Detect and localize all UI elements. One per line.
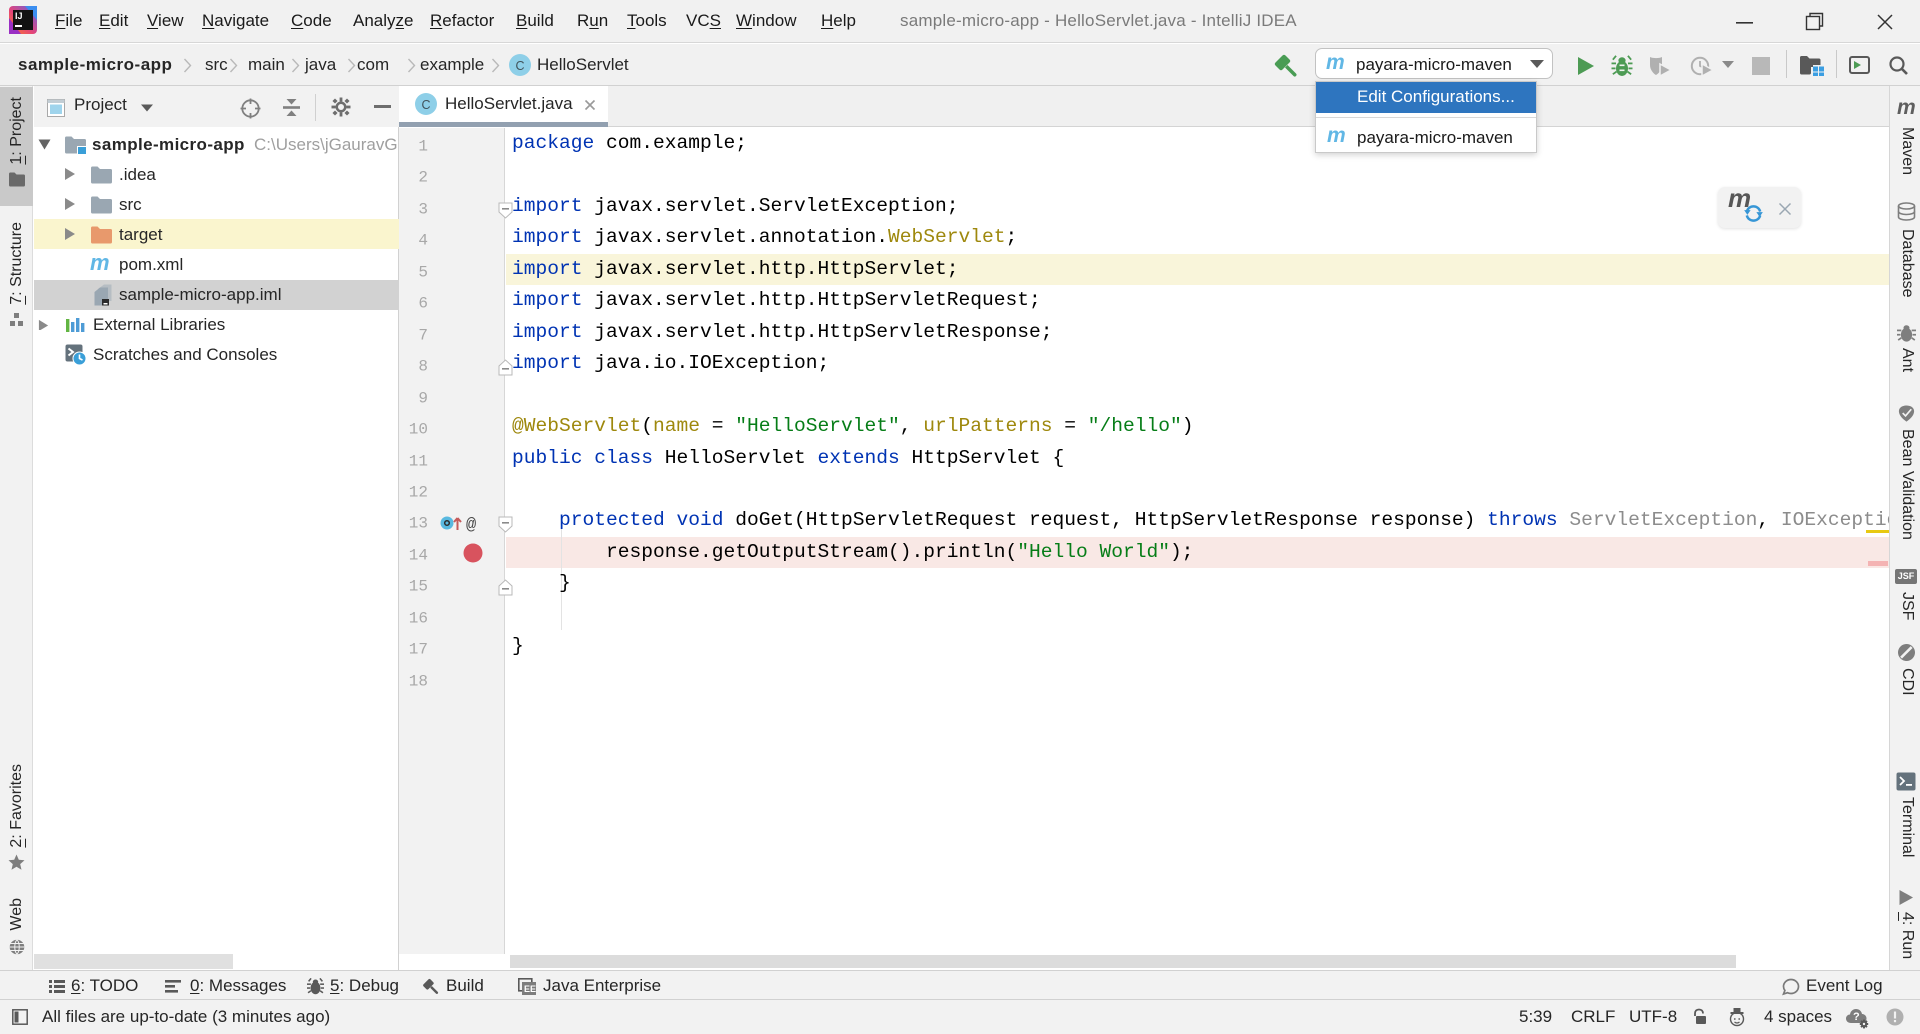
svg-text:C: C	[516, 59, 525, 73]
svg-text:EE: EE	[524, 984, 536, 994]
svg-text:?: ?	[1853, 1011, 1860, 1023]
svg-text:@: @	[466, 516, 476, 533]
svg-text:C: C	[422, 98, 431, 112]
svg-text:IJ: IJ	[15, 11, 23, 21]
